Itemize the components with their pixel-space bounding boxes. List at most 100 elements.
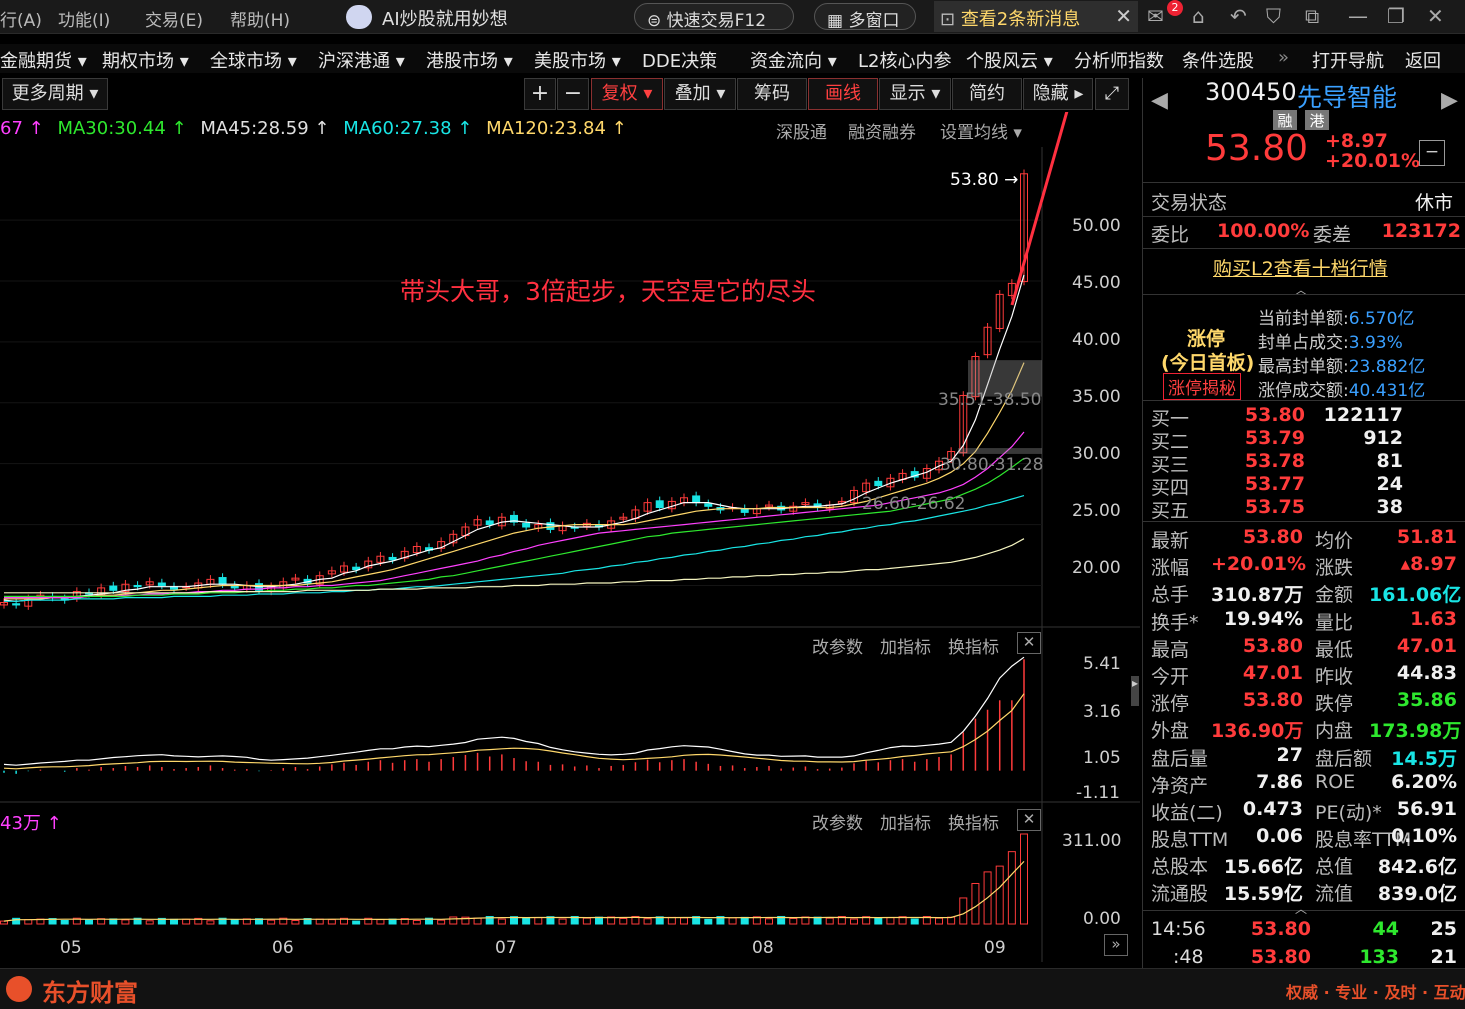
stat-label: 总值 xyxy=(1315,856,1354,879)
macd-change-param[interactable]: 改参数 xyxy=(812,633,863,658)
volume-bar xyxy=(995,865,1004,925)
bid-row[interactable]: 买五 53.75 38 xyxy=(1143,496,1465,522)
nav-analyst-index[interactable]: 分析师指数 xyxy=(1074,47,1164,73)
collapse-handle[interactable]: ▸ xyxy=(1131,676,1139,706)
nav-hk-market[interactable]: 港股市场 ▾ xyxy=(426,47,513,73)
nav-dde[interactable]: DDE决策 xyxy=(642,47,717,73)
restore-right-button[interactable]: 复权 ▾ xyxy=(591,78,663,110)
nav-more-icon[interactable]: » xyxy=(1278,47,1289,68)
stat-value: 53.80 xyxy=(1242,526,1303,548)
draw-line-button[interactable]: 画线 xyxy=(808,78,878,110)
volume-bar xyxy=(643,918,652,925)
bid-row[interactable]: 买二 53.79 912 xyxy=(1143,427,1465,453)
more-period-button[interactable]: 更多周期 ▾ xyxy=(2,78,108,110)
nav-condition-pick[interactable]: 条件选股 xyxy=(1182,47,1254,73)
zoom-in-button[interactable]: + xyxy=(524,78,556,110)
back-icon[interactable]: ↶ xyxy=(1230,4,1247,28)
message-notice[interactable]: ⊡ 查看2条新消息 ✕ xyxy=(934,1,1138,32)
nav-open-navigation[interactable]: 打开导航 xyxy=(1312,47,1384,73)
zone-mark-2: 30.80-31.28 xyxy=(940,455,1044,475)
nav-l2-insider[interactable]: L2核心内参 xyxy=(858,47,951,73)
volume-bar xyxy=(971,882,980,925)
nav-capital-flow[interactable]: 资金流向 ▾ xyxy=(750,47,837,73)
multi-window-button[interactable]: ▦ 多窗口 xyxy=(814,3,916,31)
vol-add-indicator[interactable]: 加指标 xyxy=(880,809,931,834)
high-price-mark: 53.80 → xyxy=(950,170,1019,190)
volume-bar xyxy=(558,918,567,925)
candle-body xyxy=(704,503,713,507)
candle-body xyxy=(157,582,166,586)
nav-stock-news[interactable]: 个股风云 ▾ xyxy=(966,47,1053,73)
candle-body xyxy=(655,500,664,509)
volume-bar xyxy=(352,920,361,925)
nav-options-market[interactable]: 期权市场 ▾ xyxy=(102,47,189,73)
menu-market[interactable]: 行(A) xyxy=(0,6,42,31)
menu-help[interactable]: 帮助(H) xyxy=(230,6,290,31)
display-button[interactable]: 显示 ▾ xyxy=(879,78,951,110)
stat-label: 涨停 xyxy=(1151,693,1190,716)
bid-row[interactable]: 买四 53.77 24 xyxy=(1143,473,1465,499)
stat-value: 53.80 xyxy=(1242,689,1303,712)
stats-chevron-icon[interactable]: ︿ xyxy=(1295,900,1307,917)
weibi-label: 委比 xyxy=(1151,224,1190,246)
volume-bar xyxy=(534,917,543,925)
candle-body xyxy=(485,520,494,526)
mail-icon[interactable]: ✉ xyxy=(1147,4,1164,28)
vol-close-icon[interactable]: ✕ xyxy=(1017,809,1041,831)
macd-add-indicator[interactable]: 加指标 xyxy=(880,633,931,658)
buy-l2-link[interactable]: 购买L2查看十档行情 xyxy=(1213,254,1388,281)
bid-row[interactable]: 买一 53.80 122117 xyxy=(1143,404,1465,430)
collapse-quote-icon[interactable]: − xyxy=(1419,140,1445,166)
shirt-icon[interactable]: ⛉ xyxy=(1266,4,1281,28)
nav-financial-futures[interactable]: 金融期货 ▾ xyxy=(0,47,87,73)
simple-button[interactable]: 简约 xyxy=(952,78,1022,110)
macd-close-icon[interactable]: ✕ xyxy=(1017,632,1041,654)
macd-swap-indicator[interactable]: 换指标 xyxy=(948,633,999,658)
quick-trade-button[interactable]: ⊜ 快速交易F12 xyxy=(634,3,794,31)
nav-global-market[interactable]: 全球市场 ▾ xyxy=(210,47,297,73)
volume-bar xyxy=(680,917,688,925)
chips-button[interactable]: 筹码 xyxy=(737,78,807,110)
seal-info: 当前封单额:6.570亿 封单占成交:3.93% 最高封单额:23.882亿 涨… xyxy=(1258,304,1426,401)
menu-trade[interactable]: 交易(E) xyxy=(145,6,203,31)
bid-row[interactable]: 买三 53.78 81 xyxy=(1143,450,1465,476)
restore-icon[interactable]: ⧉ xyxy=(1305,4,1319,28)
scroll-right-icon[interactable]: » xyxy=(1104,934,1128,956)
nav-stock-connect[interactable]: 沪深港通 ▾ xyxy=(318,47,405,73)
vol-tick-2: 0.00 xyxy=(1083,909,1121,929)
menu-function[interactable]: 功能(I) xyxy=(58,6,110,31)
quote-panel: ◀ ▶ 300450 先导智能 融 港 53.80 +8.97 +20.01% … xyxy=(1142,78,1465,968)
volume-bar xyxy=(582,917,591,925)
yen-icon: ⊜ xyxy=(647,11,667,31)
stat-value: 0.06 xyxy=(1256,825,1303,848)
close-icon[interactable]: ✕ xyxy=(1115,4,1132,28)
stat-label: 总股本 xyxy=(1151,856,1209,879)
grid-icon: ▦ xyxy=(827,11,849,31)
stat-value: 51.81 xyxy=(1396,526,1457,548)
nav-return[interactable]: 返回 xyxy=(1405,47,1441,73)
zoom-out-button[interactable]: − xyxy=(557,78,589,110)
chevron-up-icon[interactable]: ︿ xyxy=(1295,281,1307,298)
stat-label: 跌停 xyxy=(1315,693,1354,716)
volume-bar xyxy=(850,918,858,925)
stat-value: 136.90万 xyxy=(1211,720,1304,743)
candle-body xyxy=(133,584,142,588)
vol-swap-indicator[interactable]: 换指标 xyxy=(948,809,999,834)
minimize-icon[interactable]: — xyxy=(1348,4,1368,28)
trade-status-value: 休市 xyxy=(1415,192,1454,214)
chart-area[interactable]: 67 ↑ MA30:30.44 ↑ MA45:28.59 ↑ MA60:27.3… xyxy=(0,112,1140,962)
next-stock-icon[interactable]: ▶ xyxy=(1441,88,1458,113)
stat-value: 15.59亿 xyxy=(1223,883,1303,906)
seal-row: 涨停成交额:40.431亿 xyxy=(1258,381,1426,401)
window-close-icon[interactable]: ✕ xyxy=(1427,4,1444,28)
prev-stock-icon[interactable]: ◀ xyxy=(1151,88,1168,113)
maximize-icon[interactable]: ❐ xyxy=(1387,4,1405,28)
hide-button[interactable]: 隐藏 ▸ xyxy=(1023,78,1093,110)
vol-change-param[interactable]: 改参数 xyxy=(812,809,863,834)
home-icon[interactable]: ⌂ xyxy=(1192,4,1205,28)
ai-promo-link[interactable]: AI炒股就用妙想 xyxy=(382,5,508,31)
limit-up-reveal-button[interactable]: 涨停揭秘 xyxy=(1163,373,1241,400)
overlay-button[interactable]: 叠加 ▾ xyxy=(664,78,736,110)
nav-us-market[interactable]: 美股市场 ▾ xyxy=(534,47,621,73)
fullscreen-icon[interactable]: ⤢ xyxy=(1095,78,1129,110)
